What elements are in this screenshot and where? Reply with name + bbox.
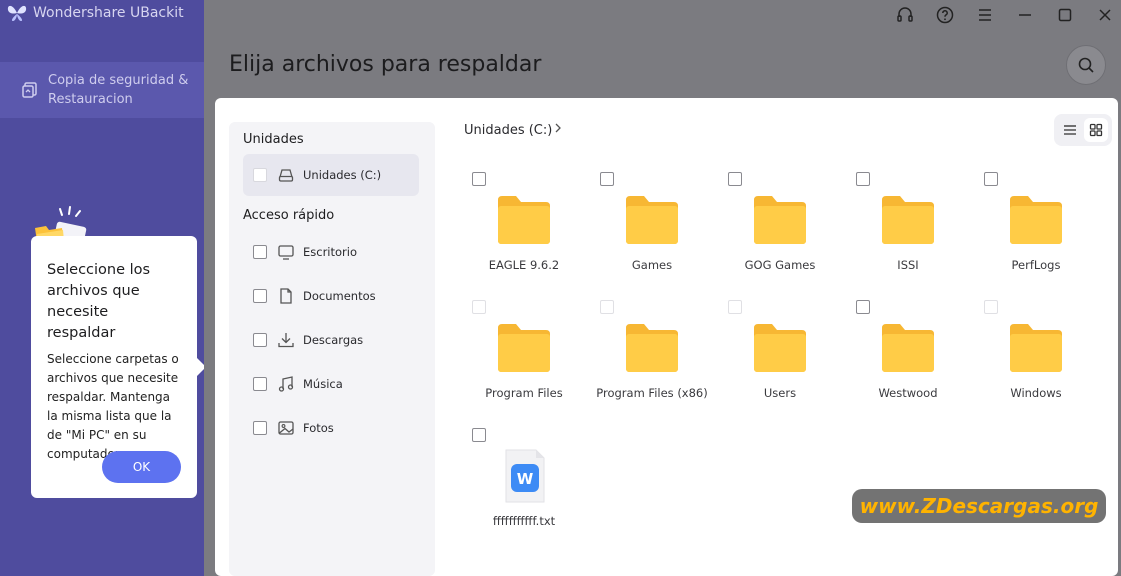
tree-item-descargas[interactable]: Descargas xyxy=(243,319,419,361)
search-icon xyxy=(1078,57,1094,73)
document-icon xyxy=(280,288,292,304)
sidebar-item-backup-restore[interactable]: Copia de seguridad & Restauracion xyxy=(0,62,204,118)
checkbox[interactable] xyxy=(253,333,267,347)
list-icon xyxy=(1064,125,1076,135)
folder-icon xyxy=(498,324,550,372)
headset-support-icon[interactable] xyxy=(895,5,915,25)
checkbox[interactable] xyxy=(472,300,486,314)
chevron-right-icon xyxy=(555,123,561,133)
breadcrumb[interactable]: Unidades (C:) xyxy=(464,123,552,138)
folder-name: PerfLogs xyxy=(1011,258,1061,272)
tree-item-label: Unidades (C:) xyxy=(303,168,382,182)
folder-icon xyxy=(882,196,934,244)
checkbox[interactable] xyxy=(253,168,267,182)
checkbox[interactable] xyxy=(600,172,614,186)
file-name: fffffffffff.txt xyxy=(492,514,556,528)
tree-item-label: Escritorio xyxy=(303,245,358,259)
folder-name: Windows xyxy=(1010,386,1062,400)
checkbox[interactable] xyxy=(728,172,742,186)
tree-item-label: Fotos xyxy=(303,421,334,435)
tree-item-fotos[interactable]: Fotos xyxy=(243,407,419,449)
svg-text:W: W xyxy=(517,470,534,488)
sidebar-item-label: Copia de seguridad & Restauracion xyxy=(48,73,189,107)
quick-access-section-title: Acceso rápido xyxy=(243,208,335,223)
tree-item-drive-c[interactable]: Unidades (C:) xyxy=(243,154,419,196)
folder-icon xyxy=(626,324,678,372)
folder-icon xyxy=(882,324,934,372)
grid-view-button[interactable] xyxy=(1084,118,1108,142)
folder-name: Westwood xyxy=(878,386,938,400)
checkbox[interactable] xyxy=(984,300,998,314)
file-tile-txt[interactable]: W fffffffffff.txt xyxy=(460,420,588,538)
folder-icon xyxy=(754,196,806,244)
tree-item-documentos[interactable]: Documentos xyxy=(243,275,419,317)
monitor-icon xyxy=(278,245,294,260)
checkbox[interactable] xyxy=(600,300,614,314)
image-icon xyxy=(278,421,294,435)
checkbox[interactable] xyxy=(856,172,870,186)
checkbox[interactable] xyxy=(253,245,267,259)
grid-icon xyxy=(1089,123,1103,137)
folder-tile-program-files-x86[interactable]: Program Files (x86) xyxy=(588,292,716,410)
folder-icon xyxy=(498,196,550,244)
folder-name: EAGLE 9.6.2 xyxy=(488,258,560,272)
folder-tile-windows[interactable]: Windows xyxy=(972,292,1100,410)
folder-name: Users xyxy=(763,386,797,400)
tree-item-escritorio[interactable]: Escritorio xyxy=(243,231,419,273)
folder-icon xyxy=(1010,324,1062,372)
folder-icon xyxy=(1010,196,1062,244)
folder-name: ISSI xyxy=(897,258,919,272)
folder-tile-games[interactable]: Games xyxy=(588,164,716,282)
folder-name: Program Files xyxy=(485,386,563,400)
drives-section-title: Unidades xyxy=(243,132,304,147)
backup-restore-icon xyxy=(22,82,37,98)
list-view-button[interactable] xyxy=(1058,118,1082,142)
folder-tile-users[interactable]: Users xyxy=(716,292,844,410)
checkbox[interactable] xyxy=(856,300,870,314)
onboarding-tooltip: Seleccione los archivos que necesite res… xyxy=(31,236,206,498)
folder-tile-westwood[interactable]: Westwood xyxy=(844,292,972,410)
close-icon[interactable] xyxy=(1095,5,1115,25)
folder-tile-eagle[interactable]: EAGLE 9.6.2 xyxy=(460,164,588,282)
minimize-icon[interactable] xyxy=(1015,5,1035,25)
app-title: Wondershare UBackit xyxy=(33,5,184,21)
checkbox[interactable] xyxy=(253,421,267,435)
checkbox[interactable] xyxy=(472,172,486,186)
maximize-icon[interactable] xyxy=(1055,5,1075,25)
source-tree: Unidades Unidades (C:) Acceso rápido Esc… xyxy=(229,122,435,576)
folder-tile-perflogs[interactable]: PerfLogs xyxy=(972,164,1100,282)
checkbox[interactable] xyxy=(472,428,486,442)
butterfly-logo-icon xyxy=(7,5,27,21)
folder-icon xyxy=(626,196,678,244)
ok-button[interactable]: OK xyxy=(102,451,181,483)
folder-name: GOG Games xyxy=(744,258,816,272)
checkbox[interactable] xyxy=(728,300,742,314)
page-title: Elija archivos para respaldar xyxy=(229,52,542,77)
search-button[interactable] xyxy=(1066,45,1106,85)
folder-tile-program-files[interactable]: Program Files xyxy=(460,292,588,410)
folder-tile-issi[interactable]: ISSI xyxy=(844,164,972,282)
checkbox[interactable] xyxy=(253,289,267,303)
tooltip-title: Seleccione los archivos que necesite res… xyxy=(47,262,151,341)
tooltip-body: Seleccione carpetas o archivos que neces… xyxy=(47,352,179,461)
tree-item-musica[interactable]: Música xyxy=(243,363,419,405)
view-toggle xyxy=(1054,114,1112,146)
folder-name: Games xyxy=(631,258,673,272)
tree-item-label: Música xyxy=(303,377,343,391)
checkbox[interactable] xyxy=(253,377,267,391)
tree-item-label: Documentos xyxy=(303,289,376,303)
help-icon[interactable] xyxy=(935,5,955,25)
watermark: www.ZDescargas.org xyxy=(852,489,1106,523)
checkbox[interactable] xyxy=(984,172,998,186)
folder-name: Program Files (x86) xyxy=(596,386,708,400)
download-icon xyxy=(278,333,294,348)
word-document-icon: W xyxy=(505,449,545,503)
tree-item-label: Descargas xyxy=(303,333,364,347)
music-icon xyxy=(278,376,294,392)
folder-icon xyxy=(754,324,806,372)
drive-icon xyxy=(278,169,294,182)
folder-tile-gog-games[interactable]: GOG Games xyxy=(716,164,844,282)
menu-icon[interactable] xyxy=(975,5,995,25)
